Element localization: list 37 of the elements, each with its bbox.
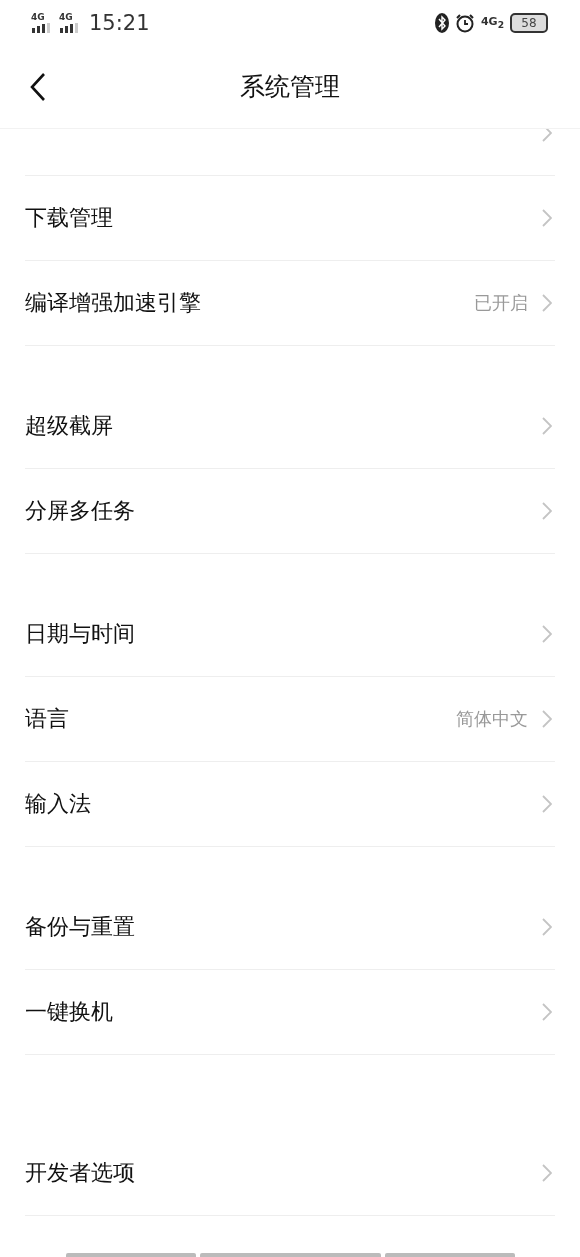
settings-item[interactable]: 下载管理 bbox=[25, 176, 555, 261]
settings-item[interactable]: 语言 简体中文 bbox=[25, 677, 555, 762]
settings-item[interactable]: 超级截屏 bbox=[25, 384, 555, 469]
settings-item[interactable]: 输入法 bbox=[25, 762, 555, 847]
settings-item[interactable]: 日期与时间 bbox=[25, 592, 555, 677]
clock-time: 15:21 bbox=[89, 10, 150, 35]
chevron-right-icon bbox=[542, 1003, 552, 1021]
network-label: 4G bbox=[59, 12, 73, 22]
page-title: 系统管理 bbox=[240, 71, 340, 103]
chevron-right-icon bbox=[542, 710, 552, 728]
chevron-right-icon bbox=[542, 795, 552, 813]
bluetooth-icon bbox=[434, 12, 449, 33]
signal-icon bbox=[59, 22, 81, 33]
settings-item[interactable]: 编译增强加速引擎 已开启 bbox=[25, 261, 555, 346]
back-icon bbox=[30, 71, 46, 102]
settings-item[interactable]: 一键换机 bbox=[25, 970, 555, 1055]
chevron-right-icon bbox=[542, 209, 552, 227]
alarm-icon bbox=[454, 12, 475, 33]
chevron-right-icon bbox=[542, 918, 552, 936]
signal-icon bbox=[31, 22, 53, 33]
gesture-bar[interactable] bbox=[384, 1253, 515, 1257]
network-label: 4G bbox=[31, 12, 45, 22]
chevron-right-icon bbox=[542, 1164, 552, 1182]
gesture-bar[interactable] bbox=[65, 1253, 196, 1257]
network-label: 4G$_{2}$ bbox=[480, 14, 504, 31]
battery-icon: 58 bbox=[510, 12, 548, 33]
gesture-bar[interactable] bbox=[199, 1253, 381, 1257]
chevron-right-icon bbox=[542, 417, 552, 435]
settings-item[interactable]: 分屏多任务 bbox=[25, 469, 555, 554]
chevron-right-icon bbox=[542, 502, 552, 520]
chevron-right-icon bbox=[542, 294, 552, 312]
setting-value: 简体中文 bbox=[456, 707, 528, 731]
settings-item[interactable]: 备份与重置 bbox=[25, 885, 555, 970]
setting-value: 已开启 bbox=[474, 291, 528, 315]
chevron-right-icon bbox=[542, 129, 552, 142]
chevron-right-icon bbox=[542, 625, 552, 643]
settings-item[interactable]: 开发者选项 bbox=[25, 1131, 555, 1216]
